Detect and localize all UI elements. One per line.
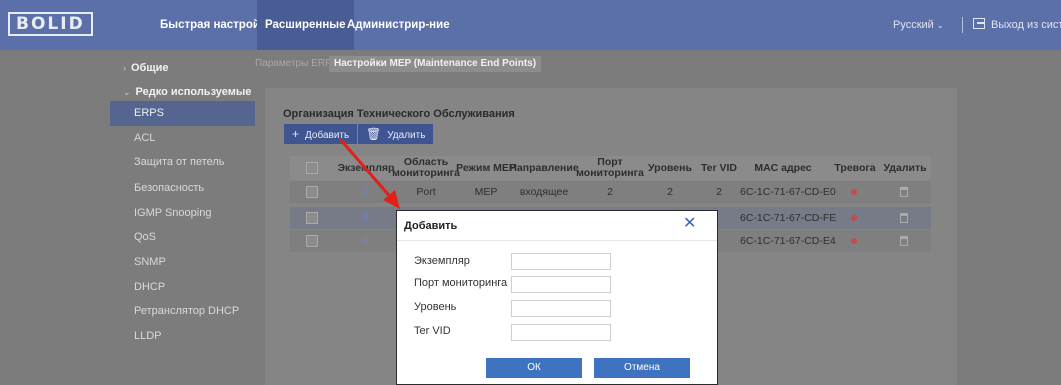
row-instance-link[interactable]: 6	[336, 230, 396, 252]
cancel-button[interactable]: Отмена	[594, 358, 690, 378]
row-port: 2	[607, 186, 613, 198]
col-level[interactable]: Уровень	[646, 156, 694, 180]
tab-mep-settings[interactable]: Настройки MEP (Maintenance End Points)	[329, 56, 542, 72]
delete-button[interactable]: 🗑 Удалить	[358, 124, 434, 144]
sidebar-item-loop-protection[interactable]: Защита от петель	[110, 150, 255, 175]
row-checkbox[interactable]	[306, 186, 318, 198]
alarm-indicator	[851, 238, 857, 244]
row-ter-vid: 2	[716, 186, 722, 198]
trash-icon[interactable]	[900, 213, 908, 223]
delete-button-label: Удалить	[387, 130, 426, 141]
sidebar-item-lldp[interactable]: LLDP	[110, 324, 255, 349]
sidebar-item-dhcp-relay[interactable]: Ретранслятор DHCP	[110, 299, 255, 324]
row-mode: MEP	[474, 186, 498, 198]
nav-administration[interactable]: Администрир-ние	[347, 0, 450, 50]
monitoring-port-label: Порт мониторинга	[414, 277, 508, 289]
bolid-logo: BOLID	[8, 12, 93, 36]
col-alarm[interactable]: Тревога	[830, 156, 880, 180]
language-select[interactable]: Русский ⌄	[893, 0, 944, 50]
row-instance-link[interactable]: 5	[336, 207, 396, 229]
add-button[interactable]: + Добавить	[284, 124, 358, 144]
row-level: 2	[667, 186, 673, 198]
col-ter-vid[interactable]: Ter VID	[696, 156, 742, 180]
row-checkbox[interactable]	[306, 212, 318, 224]
row-area: Port	[416, 186, 436, 198]
alarm-indicator	[851, 215, 857, 221]
dialog-divider	[397, 240, 717, 241]
header-divider	[962, 17, 963, 33]
col-delete[interactable]: Удалить	[880, 156, 930, 180]
chevron-down-icon: ⌄	[936, 21, 944, 30]
alarm-indicator	[851, 189, 857, 195]
row-instance-link[interactable]: 2	[336, 181, 396, 203]
col-mep-mode[interactable]: Режим MEP	[456, 156, 516, 180]
row-mac: 6C-1C-71-67-CD-E4	[740, 235, 836, 247]
add-button-label: Добавить	[305, 130, 350, 141]
ter-vid-label: Ter VID	[414, 325, 451, 337]
row-mac: 6C-1C-71-67-CD-FE	[740, 212, 837, 224]
sidebar-item-security[interactable]: Безопасность	[110, 176, 255, 201]
col-instance[interactable]: Экземпляр	[336, 156, 396, 180]
col-monitoring-port[interactable]: Порт мониторинга	[575, 156, 645, 180]
col-monitoring-area[interactable]: Область мониторинга	[392, 156, 460, 180]
top-bar: BOLID Быстрая настройка Расширенные Адми…	[0, 0, 1061, 50]
instance-input[interactable]	[511, 253, 611, 270]
logout-icon	[973, 18, 985, 29]
sidebar-group-general[interactable]: › Общие	[110, 56, 255, 81]
trash-icon: 🗑	[366, 127, 382, 141]
nav-quick-setup[interactable]: Быстрая настройка	[160, 0, 272, 50]
row-checkbox[interactable]	[306, 235, 318, 247]
col-mac-address[interactable]: MAC адрес	[740, 156, 826, 180]
sidebar-item-erps[interactable]: ERPS	[110, 101, 255, 126]
row-direction: входящее	[519, 186, 569, 198]
ter-vid-input[interactable]	[511, 324, 611, 341]
logout-label: Выход из систем	[991, 19, 1061, 31]
level-label: Уровень	[414, 301, 457, 313]
logout-button[interactable]: Выход из систем	[973, 0, 1061, 50]
sidebar-item-acl[interactable]: ACL	[110, 126, 255, 151]
section-title: Организация Технического Обслуживания	[283, 108, 515, 120]
level-input[interactable]	[511, 300, 611, 317]
trash-icon[interactable]	[900, 236, 908, 246]
sidebar-group-label: Редко используемые	[135, 86, 252, 98]
nav-advanced[interactable]: Расширенные	[257, 0, 354, 50]
chevron-down-icon: ⌄	[123, 87, 131, 97]
row-mac: 6C-1C-71-67-CD-E0	[740, 186, 836, 198]
sidebar-group-label: Общие	[131, 62, 169, 74]
sidebar-item-igmp-snooping[interactable]: IGMP Snooping	[110, 201, 255, 226]
sidebar-item-snmp[interactable]: SNMP	[110, 250, 255, 275]
ok-button[interactable]: ОК	[486, 358, 582, 378]
instance-label: Экземпляр	[414, 255, 470, 267]
monitoring-port-input[interactable]	[511, 276, 611, 293]
select-all-checkbox[interactable]	[306, 162, 318, 174]
close-icon[interactable]: ✕	[683, 216, 696, 232]
plus-icon: +	[292, 127, 300, 141]
trash-icon[interactable]	[900, 187, 908, 197]
sidebar-item-qos[interactable]: QoS	[110, 225, 255, 250]
sidebar-item-dhcp[interactable]: DHCP	[110, 275, 255, 300]
col-direction[interactable]: Направление	[509, 156, 578, 180]
language-label: Русский	[893, 19, 934, 31]
dialog-title: Добавить	[404, 220, 458, 232]
tab-erps-params[interactable]: Параметры ERPS	[255, 56, 338, 72]
chevron-right-icon: ›	[123, 63, 126, 73]
